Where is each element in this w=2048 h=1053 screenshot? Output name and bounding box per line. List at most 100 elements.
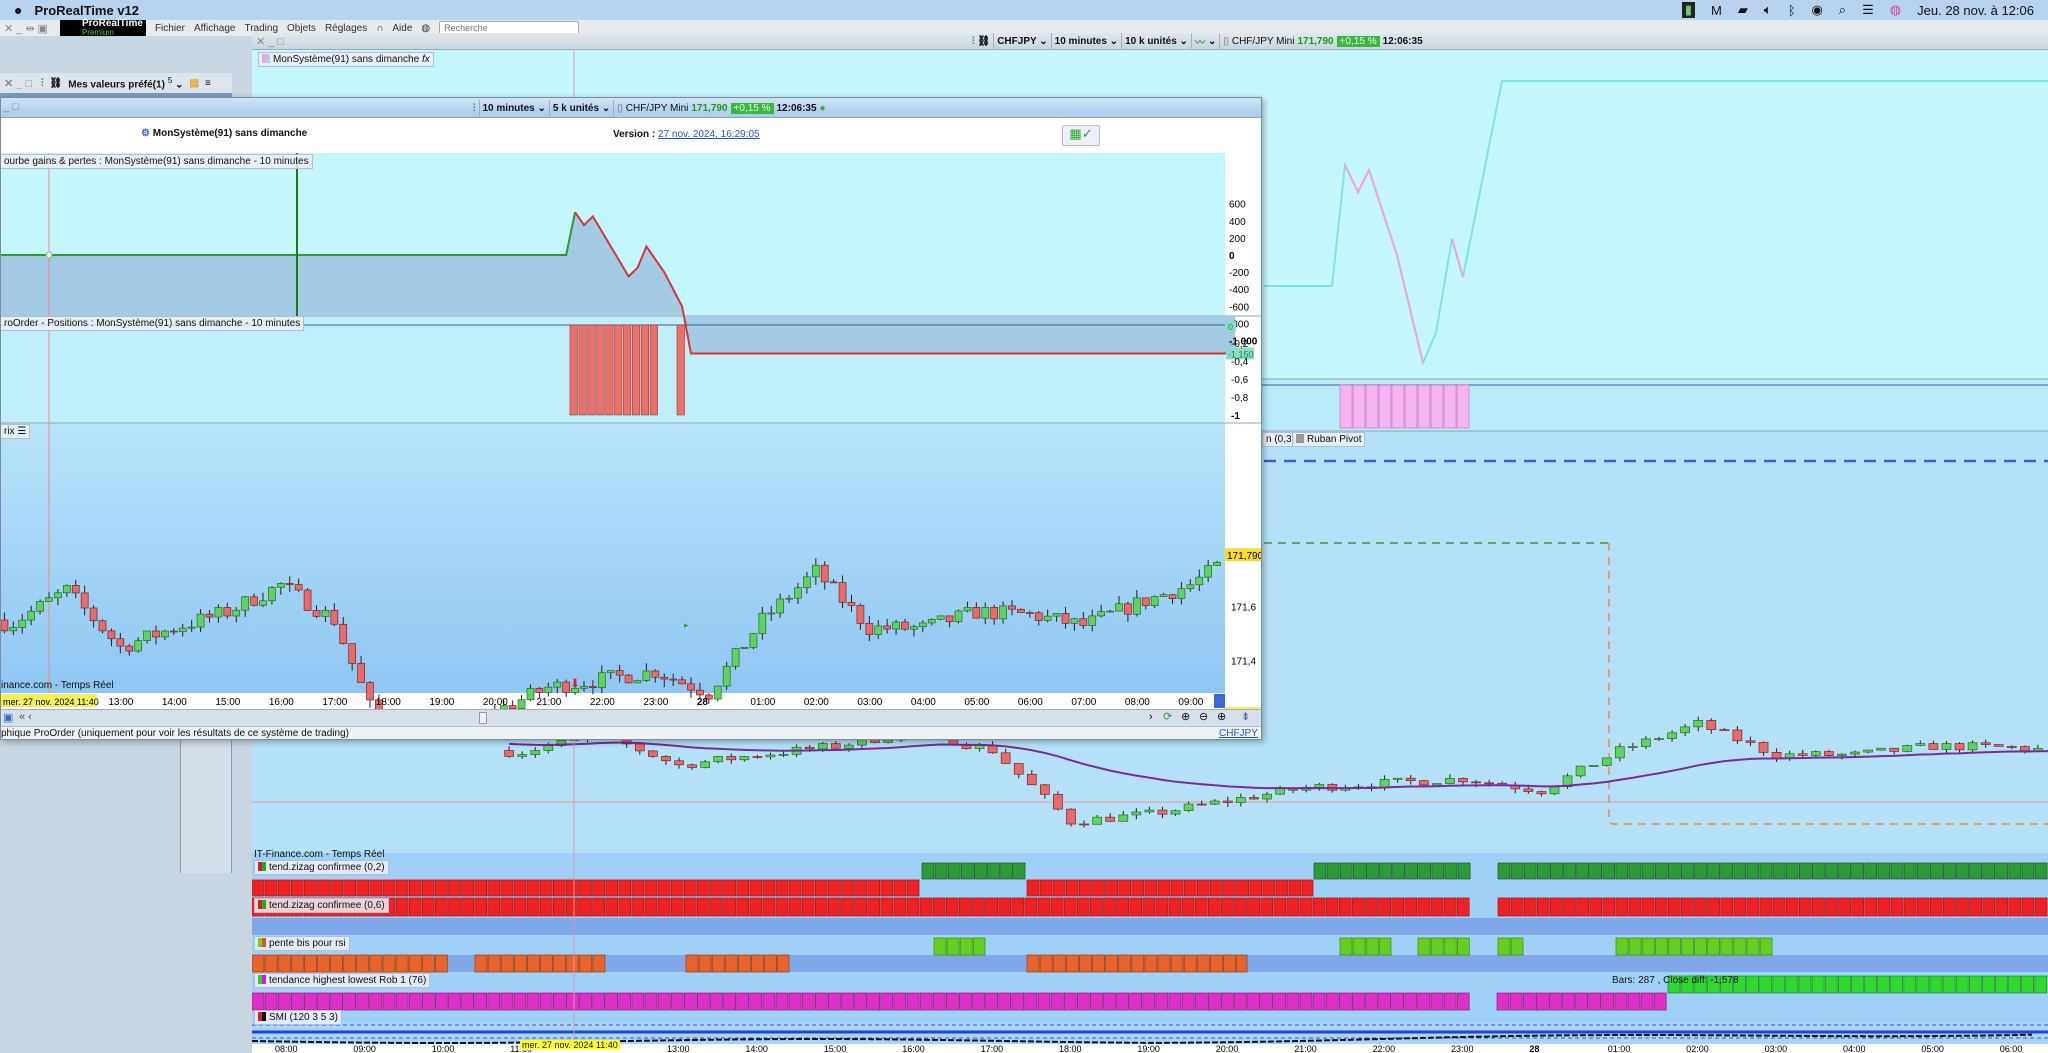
apple-icon[interactable]: ● <box>14 2 22 18</box>
units-selector[interactable]: 5 k unités ⌄ <box>553 103 610 114</box>
candle <box>1053 793 1063 810</box>
zigzag-06-bar <box>644 897 658 917</box>
link-icon[interactable]: ⛓ <box>49 78 62 89</box>
proorder-chart-canvas[interactable]: 6004002000-200-400-600-800-1 000-1 150-0… <box>1 153 1262 709</box>
search-icon[interactable]: ⌕ <box>1839 2 1846 18</box>
zigzag-02-bar <box>1352 862 1366 880</box>
watchlist-selector[interactable]: Mes valeurs préfé(1) 5 ⌄ <box>68 75 183 90</box>
indicator-label-tendance[interactable]: tendance highest lowest Rob 1 (76) <box>254 973 431 988</box>
candle <box>530 750 541 755</box>
zigzag-02-bar <box>657 879 671 897</box>
user-icon[interactable]: ◉ <box>1812 2 1823 18</box>
indicator-label-smi[interactable]: SMI (120 3 5 3) <box>254 1010 342 1025</box>
candles-icon[interactable]: ⫶ <box>41 78 44 89</box>
zigzag-06-bar <box>657 897 671 917</box>
x-tick-label: 14:00 <box>162 697 187 708</box>
zigzag-06-bar <box>1576 897 1589 917</box>
refresh-icon[interactable]: ⟳ <box>1163 710 1172 723</box>
window-controls[interactable]: ✕_⇹▣ <box>4 22 51 35</box>
scroll-end-button[interactable]: › <box>1149 711 1153 723</box>
zoom-auto-icon[interactable]: ⊕ <box>1181 710 1190 723</box>
menu-affichage[interactable]: Affichage <box>194 23 236 34</box>
proorder-window-controls[interactable]: _□ <box>3 101 22 113</box>
indicator-label-zigzag-02[interactable]: tend.zizag confirmee (0,2) <box>254 860 389 875</box>
candle <box>648 750 658 757</box>
candle <box>1079 823 1089 826</box>
system-label[interactable]: MonSystème(91) sans dimanche fx <box>258 52 434 67</box>
tendance-bar <box>1325 992 1339 1011</box>
quote-change: +0,15 % <box>1336 36 1380 47</box>
menu-aide[interactable]: Aide <box>392 23 412 34</box>
info-icon[interactable]: ▯ <box>617 103 623 114</box>
zoom-out-icon[interactable]: ⊖ <box>1199 710 1208 723</box>
chart-window-controls[interactable]: ✕_□ <box>256 35 287 48</box>
zigzag-02-bar <box>1929 862 1943 880</box>
zigzag-06-bar <box>1404 897 1418 917</box>
indicator-label-zigzag-06[interactable]: tend.zizag confirmee (0,6) <box>254 898 389 913</box>
performance-report-button[interactable]: ▦✓ <box>1062 125 1100 146</box>
app-name[interactable]: ProRealTime v12 <box>34 3 139 18</box>
units-selector[interactable]: 10 k unités ⌄ <box>1125 36 1188 47</box>
zigzag-02-bar <box>2034 862 2048 880</box>
scrollbar-thumb[interactable] <box>479 712 487 724</box>
tendance-bar <box>1312 992 1326 1011</box>
add-list-icon[interactable]: ▤ <box>190 78 199 89</box>
candle <box>1536 791 1547 795</box>
candle <box>739 756 750 761</box>
settings-icon[interactable]: ⇟ <box>1241 710 1250 723</box>
candle <box>1588 765 1599 767</box>
clock[interactable]: Jeu. 28 nov. à 12:06 <box>1917 3 2034 18</box>
menu-trading[interactable]: Trading <box>244 23 278 34</box>
link-icon[interactable]: ⛓ <box>978 36 991 47</box>
menu-fichier[interactable]: Fichier <box>155 23 185 34</box>
tendance-bar <box>1011 992 1025 1011</box>
indicator-icon[interactable]: 〰 <box>1195 34 1205 49</box>
menu-icon[interactable]: ≡ <box>205 78 211 89</box>
siri-icon[interactable]: ◍ <box>1890 2 1901 18</box>
candle <box>1025 612 1034 614</box>
display-icon[interactable]: ▰ <box>1738 2 1748 18</box>
candle <box>589 686 597 689</box>
chart-scrollbar[interactable]: ▣ « ‹ › ⟳ ⊕ ⊖ ⊕ ⇟ <box>1 709 1261 726</box>
indicator-label-pente-rsi[interactable]: pente bis pour rsi <box>254 936 350 951</box>
scroll-start-button[interactable]: « ‹ <box>19 711 32 723</box>
bluetooth-icon[interactable]: ᛒ <box>1788 3 1796 18</box>
volume-icon[interactable]: 🔈︎ <box>1764 2 1772 18</box>
footer-instrument-link[interactable]: CHFJPY <box>1219 728 1258 739</box>
zigzag-02-bar <box>1262 879 1276 897</box>
tendance-bar <box>1772 975 1786 994</box>
menu-objets[interactable]: Objets <box>287 23 316 34</box>
zigzag-06-bar <box>723 897 736 917</box>
tendance-bar <box>893 992 907 1011</box>
positions-panel-label[interactable]: roOrder - Positions : MonSystème(91) san… <box>1 316 305 331</box>
instrument-selector[interactable]: CHFJPY ⌄ <box>997 36 1047 47</box>
zigzag-02-bar <box>828 879 841 897</box>
watchlist-window-controls[interactable]: ✕_□ <box>4 77 35 90</box>
version-link[interactable]: 27 nov. 2024, 16:29:05 <box>658 129 760 140</box>
zoom-in-icon[interactable]: ⊕ <box>1217 710 1226 723</box>
control-center-icon[interactable]: ☰ <box>1862 2 1874 18</box>
menu-reglages[interactable]: Réglages <box>325 23 367 34</box>
info-icon[interactable]: ▯ <box>1223 36 1229 47</box>
candle <box>1209 800 1220 805</box>
cursor-date-label: mer. 27 nov. 2024 11:40 <box>3 697 99 707</box>
pente-rsi-bar <box>1183 954 1197 973</box>
candles-icon[interactable]: ⫶ <box>473 103 476 114</box>
x-tick-label: 22:00 <box>1373 1044 1396 1053</box>
proorder-toolbar: _□ ⫶ 10 minutes ⌄ 5 k unités ⌄ ▯ CHF/JPY… <box>1 98 1261 118</box>
proorder-window: 600 400 200 0 -200 -400 -600 -800 -1 000 -1 150 -0… <box>0 97 1262 740</box>
timeframe-selector[interactable]: 10 minutes ⌄ <box>483 103 546 114</box>
globe-icon[interactable]: ◍ <box>421 23 430 34</box>
legend-ruban-pivot[interactable]: Ruban Pivot <box>1292 432 1366 447</box>
prt-icon[interactable]: ▮ <box>1681 2 1696 18</box>
zigzag-06-bar <box>985 897 998 917</box>
price-panel-label[interactable]: rix ☰ <box>1 424 31 439</box>
timeframe-selector[interactable]: 10 minutes ⌄ <box>1055 36 1118 47</box>
candle <box>945 615 954 623</box>
tendance-bar <box>487 992 501 1011</box>
chart-icon[interactable]: ▣ <box>3 711 13 724</box>
chevron-down-icon[interactable]: ⌄ <box>1208 36 1216 47</box>
candles-icon[interactable]: ⫶ <box>972 36 975 47</box>
malwarebytes-icon[interactable]: M <box>1711 3 1722 18</box>
equity-panel-label[interactable]: ourbe gains & pertes : MonSystème(91) sa… <box>1 154 313 169</box>
